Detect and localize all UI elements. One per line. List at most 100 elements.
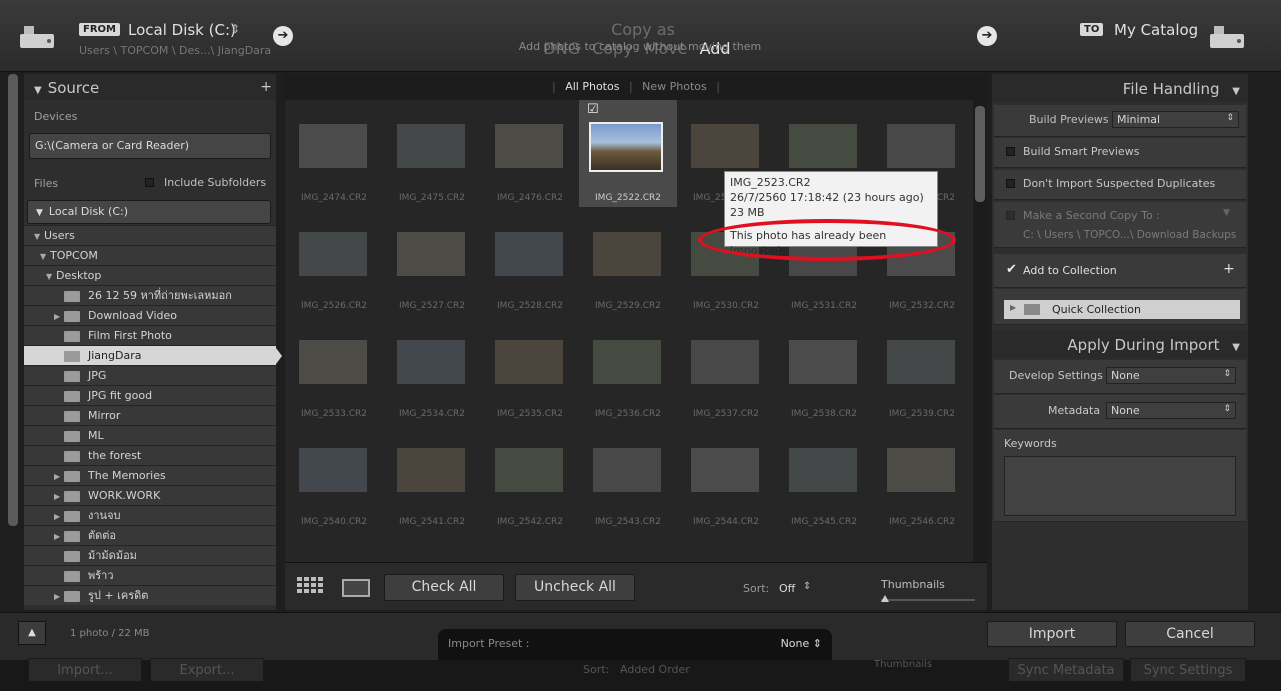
photo-cell[interactable]: IMG_2545.CR2 bbox=[775, 424, 873, 531]
cancel-button[interactable]: Cancel bbox=[1125, 621, 1255, 647]
photo-cell[interactable]: ☑ IMG_2522.CR2 bbox=[579, 100, 677, 207]
photo-cell[interactable]: IMG_2542.CR2 bbox=[481, 424, 579, 531]
expand-triangle-icon[interactable]: ▼ bbox=[46, 267, 56, 285]
expand-triangle-icon[interactable]: ▶ bbox=[54, 307, 64, 325]
photo-cell[interactable]: IMG_2539.CR2 bbox=[873, 316, 971, 423]
photo-thumbnail[interactable] bbox=[593, 340, 661, 384]
uncheck-all-button[interactable]: Uncheck All bbox=[515, 574, 635, 601]
grid-view-icon[interactable] bbox=[297, 577, 325, 597]
tree-item[interactable]: JPG fit good bbox=[24, 385, 276, 405]
second-copy-dropdown-icon[interactable]: ▼ bbox=[1223, 208, 1230, 218]
import-button[interactable]: Import bbox=[987, 621, 1117, 647]
photo-thumbnail[interactable] bbox=[397, 232, 465, 276]
tree-item[interactable]: ม้าม้ดม้อม bbox=[24, 545, 276, 565]
tree-item[interactable]: Mirror bbox=[24, 405, 276, 425]
photo-thumbnail[interactable] bbox=[299, 124, 367, 168]
tree-item[interactable]: ▼ TOPCOM bbox=[24, 245, 276, 265]
photo-thumbnail[interactable] bbox=[887, 340, 955, 384]
photo-thumbnail[interactable] bbox=[887, 448, 955, 492]
photo-thumbnail[interactable] bbox=[495, 232, 563, 276]
expand-triangle-icon[interactable]: ▶ bbox=[54, 467, 64, 485]
photo-cell[interactable]: IMG_2540.CR2 bbox=[285, 424, 383, 531]
develop-settings-select[interactable]: None ⇕ bbox=[1106, 367, 1236, 384]
photo-checkbox-icon[interactable]: ☑ bbox=[587, 102, 599, 117]
photo-cell[interactable]: IMG_2544.CR2 bbox=[677, 424, 775, 531]
check-all-button[interactable]: Check All bbox=[384, 574, 504, 601]
duplicates-checkbox[interactable] bbox=[1006, 179, 1015, 188]
sort-value[interactable]: Off bbox=[779, 582, 795, 595]
smart-previews-checkbox[interactable] bbox=[1006, 147, 1015, 156]
photo-cell[interactable]: IMG_2546.CR2 bbox=[873, 424, 971, 531]
second-copy-checkbox[interactable] bbox=[1006, 211, 1015, 220]
photo-cell[interactable]: IMG_2534.CR2 bbox=[383, 316, 481, 423]
source-arrow-icon[interactable]: ➔ bbox=[273, 26, 293, 46]
quick-collection-item[interactable]: ▶ Quick Collection bbox=[1004, 300, 1240, 319]
photo-thumbnail[interactable] bbox=[691, 448, 759, 492]
loupe-view-icon[interactable] bbox=[342, 579, 370, 597]
metadata-select[interactable]: None ⇕ bbox=[1106, 402, 1236, 419]
photo-thumbnail[interactable] bbox=[789, 340, 857, 384]
tree-item[interactable]: พร้าว bbox=[24, 565, 276, 585]
apply-during-import-header[interactable]: Apply During Import ▼ bbox=[992, 331, 1248, 359]
grid-scrollbar[interactable] bbox=[975, 106, 985, 202]
photo-thumbnail[interactable] bbox=[789, 448, 857, 492]
add-to-collection-check-icon[interactable]: ✔ bbox=[1006, 262, 1017, 277]
tree-item[interactable]: JPG bbox=[24, 365, 276, 385]
photo-cell[interactable]: IMG_2541.CR2 bbox=[383, 424, 481, 531]
expand-triangle-icon[interactable]: ▼ bbox=[34, 227, 44, 245]
photo-thumbnail[interactable] bbox=[789, 124, 857, 168]
thumbnail-slider-track[interactable] bbox=[881, 599, 975, 601]
thumbnail-slider-handle[interactable] bbox=[881, 595, 889, 602]
import-preset-value[interactable]: None ⇕ bbox=[781, 637, 822, 650]
photo-cell[interactable]: IMG_2475.CR2 bbox=[383, 100, 481, 207]
expand-triangle-icon[interactable]: ▶ bbox=[54, 527, 64, 545]
tab-all-photos[interactable]: All Photos bbox=[565, 80, 619, 93]
add-collection-icon[interactable]: + bbox=[1223, 261, 1235, 277]
photo-cell[interactable]: IMG_2536.CR2 bbox=[579, 316, 677, 423]
source-name[interactable]: Local Disk (C:) bbox=[128, 21, 236, 39]
tab-new-photos[interactable]: New Photos bbox=[642, 80, 707, 93]
photo-cell[interactable]: IMG_2529.CR2 bbox=[579, 208, 677, 315]
photo-thumbnail[interactable] bbox=[397, 340, 465, 384]
photo-thumbnail[interactable] bbox=[495, 448, 563, 492]
device-button[interactable]: G:\(Camera or Card Reader) bbox=[29, 133, 271, 159]
photo-thumbnail[interactable] bbox=[299, 340, 367, 384]
include-subfolders-checkbox[interactable] bbox=[145, 178, 154, 187]
sort-dropdown-icon[interactable]: ⇕ bbox=[803, 581, 811, 592]
photo-thumbnail[interactable] bbox=[589, 122, 663, 172]
photo-thumbnail[interactable] bbox=[887, 124, 955, 168]
build-previews-select[interactable]: Minimal ⇕ bbox=[1112, 111, 1239, 128]
file-handling-header[interactable]: File Handling ▼ bbox=[992, 74, 1248, 102]
source-dropdown-icon[interactable]: ⇕ bbox=[230, 22, 240, 36]
disk-selector[interactable]: ▼ Local Disk (C:) bbox=[27, 200, 271, 224]
tree-item[interactable]: ▶ WORK.WORK bbox=[24, 485, 276, 505]
tree-item[interactable]: ▶ รูป + เครดิต bbox=[24, 585, 276, 605]
photo-cell[interactable]: IMG_2476.CR2 bbox=[481, 100, 579, 207]
photo-thumbnail[interactable] bbox=[299, 232, 367, 276]
photo-thumbnail[interactable] bbox=[691, 124, 759, 168]
photo-cell[interactable]: IMG_2528.CR2 bbox=[481, 208, 579, 315]
photo-thumbnail[interactable] bbox=[593, 448, 661, 492]
dest-name[interactable]: My Catalog bbox=[1114, 21, 1198, 39]
photo-cell[interactable]: IMG_2527.CR2 bbox=[383, 208, 481, 315]
expand-triangle-icon[interactable]: ▼ bbox=[40, 247, 50, 265]
photo-cell[interactable]: IMG_2537.CR2 bbox=[677, 316, 775, 423]
window-scrollbar[interactable] bbox=[8, 74, 18, 526]
tree-item[interactable]: ML bbox=[24, 425, 276, 445]
photo-cell[interactable]: IMG_2538.CR2 bbox=[775, 316, 873, 423]
photo-cell[interactable]: IMG_2474.CR2 bbox=[285, 100, 383, 207]
photo-thumbnail[interactable] bbox=[593, 232, 661, 276]
tree-item[interactable]: ▶ The Memories bbox=[24, 465, 276, 485]
photo-thumbnail[interactable] bbox=[299, 448, 367, 492]
tree-item[interactable]: ▼ Users bbox=[24, 225, 276, 245]
photo-thumbnail[interactable] bbox=[397, 124, 465, 168]
photo-cell[interactable]: IMG_2535.CR2 bbox=[481, 316, 579, 423]
tree-item[interactable]: the forest bbox=[24, 445, 276, 465]
tree-item[interactable]: JiangDara bbox=[24, 345, 276, 365]
tree-item[interactable]: ▼ Desktop bbox=[24, 265, 276, 285]
dest-arrow-icon[interactable]: ➔ bbox=[977, 26, 997, 46]
photo-cell[interactable]: IMG_2533.CR2 bbox=[285, 316, 383, 423]
photo-thumbnail[interactable] bbox=[495, 124, 563, 168]
tree-item[interactable]: ▶ ตัดต่อ bbox=[24, 525, 276, 545]
photo-cell[interactable]: IMG_2543.CR2 bbox=[579, 424, 677, 531]
